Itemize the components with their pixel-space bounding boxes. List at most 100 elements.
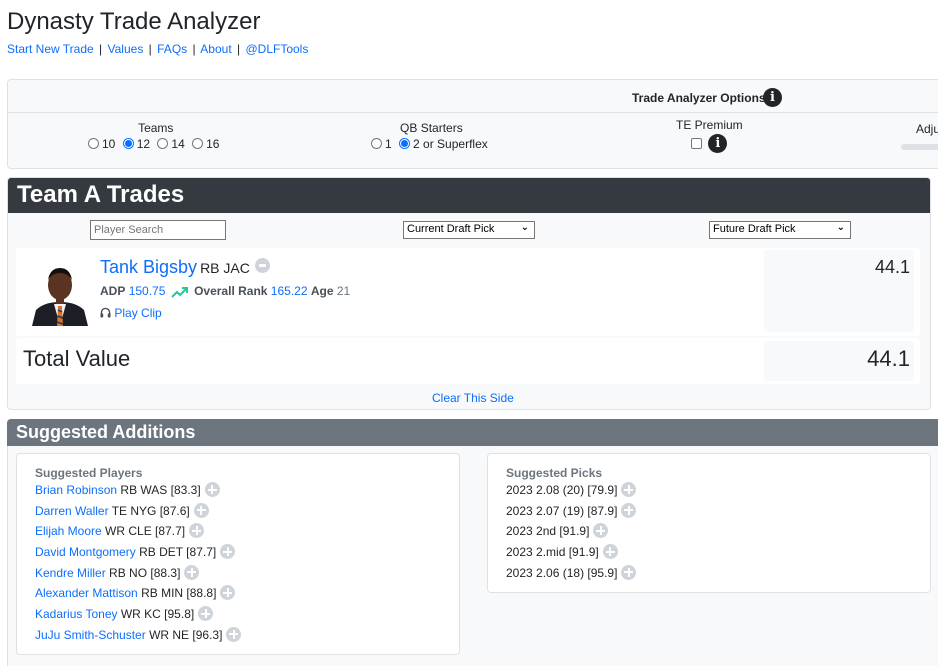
nav-links: Start New Trade | Values | FAQs | About …: [7, 42, 308, 56]
suggested-players-list: Brian Robinson RB WAS [83.3] Darren Wall…: [35, 482, 242, 648]
teams-radio-16[interactable]: 16: [192, 137, 219, 151]
suggested-player-name[interactable]: Kendre Miller: [35, 566, 106, 580]
teams-radio-10[interactable]: 10: [88, 137, 115, 151]
add-icon[interactable]: [184, 564, 200, 580]
suggested-player-info: RB NO [88.3]: [109, 565, 181, 580]
suggested-additions-body: Suggested Players Brian Robinson RB WAS …: [7, 446, 938, 666]
add-icon[interactable]: [226, 626, 242, 642]
play-clip-link[interactable]: Play Clip: [100, 306, 162, 320]
add-icon[interactable]: [193, 502, 209, 518]
radio-label: 14: [171, 137, 185, 151]
suggested-pick-item: 2023 2.mid [91.9]: [506, 544, 636, 565]
nav-separator: |: [192, 42, 196, 56]
suggested-player-info: RB MIN [88.8]: [141, 586, 217, 601]
qb-radio-superflex[interactable]: 2 or Superflex: [399, 137, 488, 151]
nav-start-new-trade[interactable]: Start New Trade: [7, 42, 94, 56]
suggested-player-info: RB DET [87.7]: [139, 545, 217, 560]
rank-value: 165.22: [270, 284, 308, 298]
adp-label: ADP: [100, 284, 126, 298]
options-panel: Trade Analyzer Options i Teams 10 12 14 …: [7, 79, 938, 169]
radio-button[interactable]: [88, 138, 99, 149]
teams-label: Teams: [138, 121, 174, 135]
adjust-label: Adju: [916, 122, 938, 136]
add-icon[interactable]: [621, 502, 637, 518]
add-icon[interactable]: [602, 544, 618, 560]
nav-faqs[interactable]: FAQs: [157, 42, 187, 56]
player-search-input[interactable]: [90, 220, 226, 240]
radio-button-checked[interactable]: [399, 138, 411, 149]
future-draft-pick-select[interactable]: Future Draft Pick ⌄: [709, 221, 851, 239]
clear-this-side-link[interactable]: Clear This Side: [432, 391, 514, 405]
te-premium-option-group: TE Premium i: [676, 118, 743, 153]
total-value-label: Total Value: [23, 346, 131, 371]
radio-label: 12: [136, 137, 151, 151]
suggested-player-name[interactable]: Elijah Moore: [35, 524, 102, 538]
suggested-player-name[interactable]: JuJu Smith-Schuster: [35, 628, 146, 642]
teams-radio-14[interactable]: 14: [157, 137, 185, 151]
nav-values[interactable]: Values: [108, 42, 144, 56]
add-icon[interactable]: [204, 482, 220, 497]
add-icon[interactable]: [621, 482, 637, 497]
options-title-text: Trade Analyzer Options: [632, 91, 766, 105]
suggested-player-item: JuJu Smith-Schuster WR NE [96.3]: [35, 626, 242, 648]
player-position-team: RB JAC: [200, 260, 250, 276]
qb-radio-1[interactable]: 1: [371, 137, 392, 151]
radio-button[interactable]: [371, 138, 382, 149]
player-headshot: [28, 258, 92, 326]
options-title: Trade Analyzer Options i: [632, 88, 782, 107]
add-icon[interactable]: [189, 523, 205, 539]
suggested-player-info: WR NE [96.3]: [149, 627, 223, 642]
suggested-player-info: TE NYG [87.6]: [111, 503, 190, 518]
total-value: 44.1: [764, 341, 914, 381]
info-icon[interactable]: i: [763, 88, 782, 107]
add-icon[interactable]: [593, 523, 609, 539]
suggested-picks-card: Suggested Picks 2023 2.08 (20) [79.9] 20…: [487, 453, 931, 593]
chevron-down-icon: ⌄: [836, 222, 845, 233]
add-icon[interactable]: [220, 585, 236, 601]
player-name-link[interactable]: Tank Bigsby: [100, 257, 197, 277]
suggested-player-name[interactable]: Alexander Mattison: [35, 586, 138, 600]
suggested-player-item: Kendre Miller RB NO [88.3]: [35, 564, 241, 586]
add-icon[interactable]: [220, 544, 236, 560]
suggested-player-info: WR KC [95.8]: [120, 607, 195, 622]
suggested-player-name[interactable]: Brian Robinson: [35, 483, 117, 497]
select-value: Future Draft Pick: [713, 223, 796, 235]
suggested-player-item: Brian Robinson RB WAS [83.3]: [35, 482, 241, 503]
trend-up-icon: [171, 287, 188, 298]
current-draft-pick-select[interactable]: Current Draft Pick ⌄: [403, 221, 535, 239]
radio-button[interactable]: [192, 138, 204, 149]
suggested-pick-item: 2023 2.07 (19) [87.9]: [506, 502, 637, 524]
suggested-player-item: Alexander Mattison RB MIN [88.8]: [35, 585, 241, 606]
suggested-picks-title: Suggested Picks: [506, 466, 603, 480]
qb-starters-option-group: QB Starters 1 2 or Superflex: [371, 121, 492, 151]
te-premium-checkbox[interactable]: [691, 138, 703, 149]
teams-radio-12[interactable]: 12: [122, 137, 151, 151]
suggested-pick-item: 2023 2.08 (20) [79.9]: [506, 482, 637, 503]
info-icon[interactable]: i: [708, 134, 728, 153]
suggested-pick-item: 2023 2.06 (18) [95.9]: [506, 564, 637, 586]
suggested-player-name[interactable]: David Montgomery: [35, 545, 136, 559]
add-icon[interactable]: [621, 564, 637, 580]
age-label: Age: [310, 284, 334, 298]
radio-label: 10: [102, 137, 116, 151]
radio-button-checked[interactable]: [122, 138, 134, 149]
adp-value: 150.75: [128, 284, 166, 298]
suggested-player-name[interactable]: Darren Waller: [35, 504, 109, 518]
radio-button[interactable]: [157, 138, 169, 149]
headphones-icon: [100, 307, 111, 318]
add-icon[interactable]: [198, 606, 214, 622]
suggested-players-card: Suggested Players Brian Robinson RB WAS …: [16, 453, 460, 655]
suggested-player-item: David Montgomery RB DET [87.7]: [35, 544, 241, 565]
suggested-player-info: WR CLE [87.7]: [105, 524, 186, 539]
player-name: Tank Bigsby RB JAC: [100, 257, 270, 278]
page-title: Dynasty Trade Analyzer: [7, 8, 261, 35]
qb-starters-label: QB Starters: [400, 121, 463, 135]
age-value: 21: [336, 284, 351, 298]
suggested-player-info: RB WAS [83.3]: [120, 483, 201, 497]
adjust-slider[interactable]: [901, 144, 938, 150]
nav-about[interactable]: About: [200, 42, 231, 56]
nav-dlftools[interactable]: @DLFTools: [245, 42, 308, 56]
suggested-player-name[interactable]: Kadarius Toney: [35, 607, 118, 621]
radio-label: 2 or Superflex: [413, 137, 488, 151]
remove-player-icon[interactable]: [254, 258, 270, 273]
